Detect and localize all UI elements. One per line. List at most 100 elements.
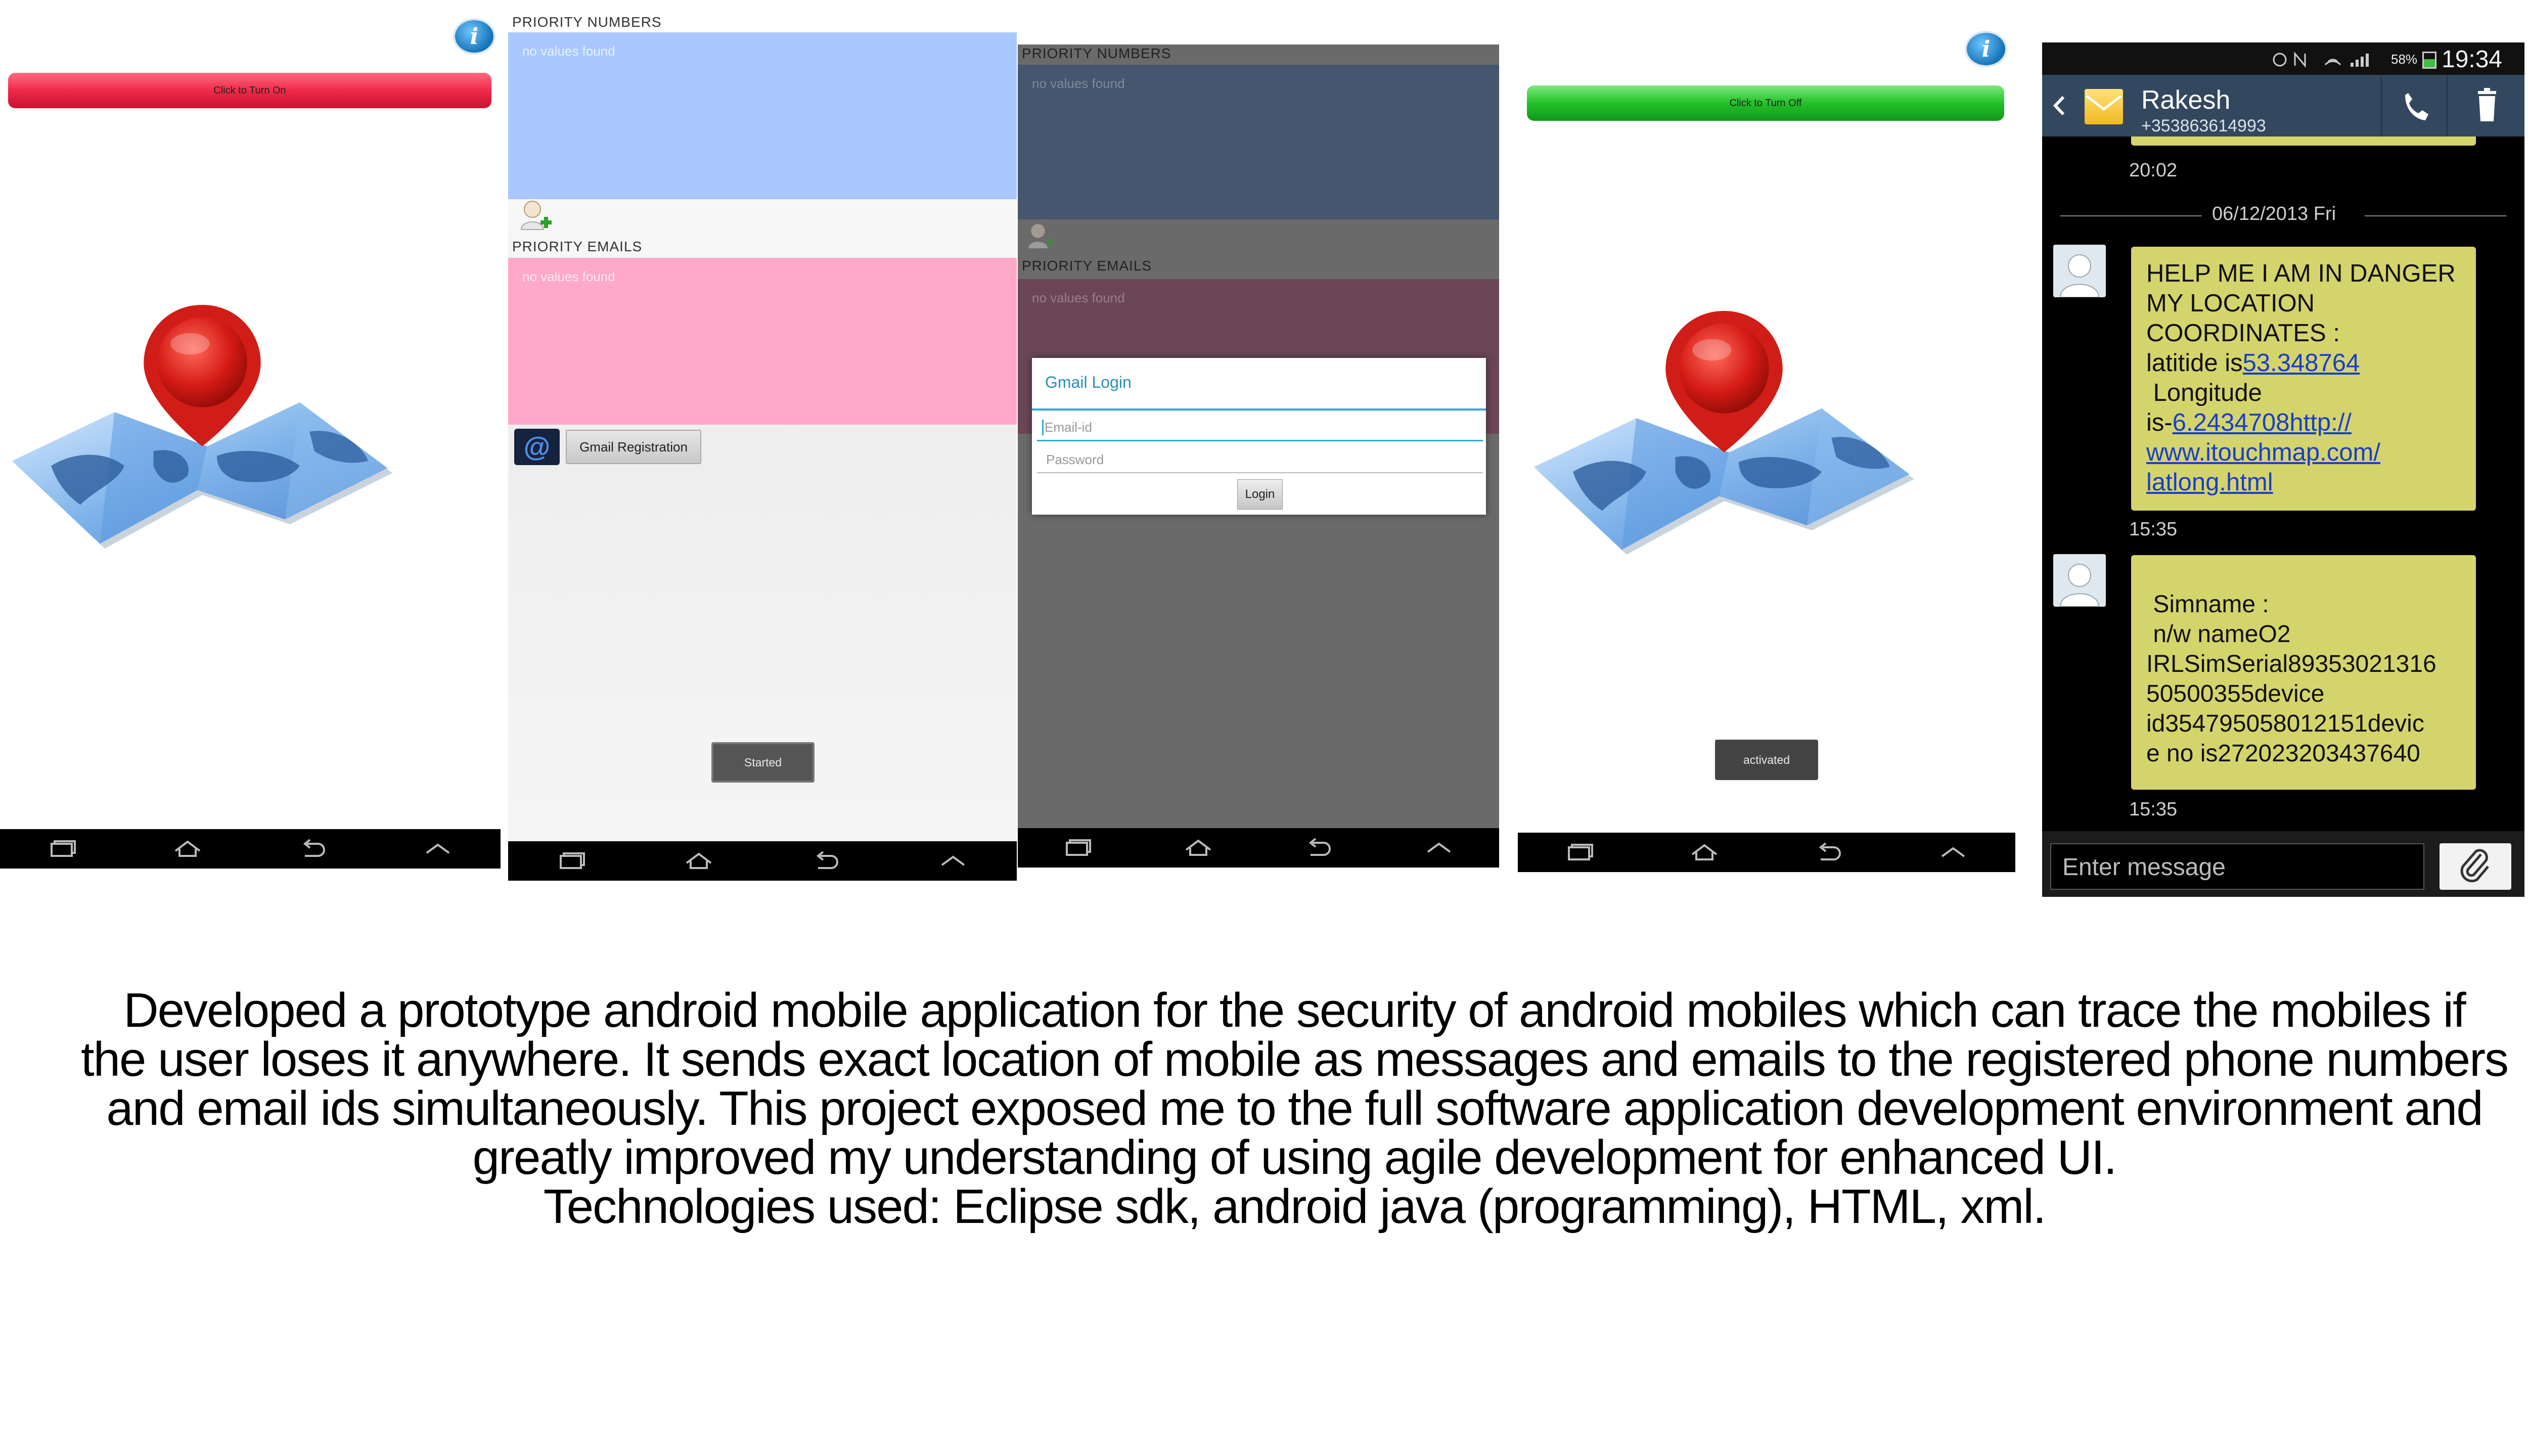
clock: 19:34 xyxy=(2442,46,2503,73)
home-icon[interactable] xyxy=(1176,833,1221,863)
recents-icon[interactable] xyxy=(1557,837,1603,868)
priority-emails-title: PRIORITY EMAILS xyxy=(1022,258,1152,274)
message-time: 15:35 xyxy=(2129,519,2178,540)
dialog-title: Gmail Login xyxy=(1045,373,1132,391)
emails-empty-text: no values found xyxy=(522,269,615,284)
gmail-registration-button[interactable]: Gmail Registration xyxy=(566,430,701,464)
project-description: Developed a prototype android mobile app… xyxy=(0,986,2528,1231)
message-bubble-location[interactable]: HELP ME I AM IN DANGER MY LOCATION COORD… xyxy=(2131,247,2476,511)
activated-button[interactable]: activated xyxy=(1715,740,1818,780)
at-sign-icon[interactable]: @ xyxy=(514,429,560,465)
previous-message-bubble xyxy=(2131,136,2476,146)
message-line: COORDINATES : xyxy=(2146,320,2340,347)
home-icon[interactable] xyxy=(1682,837,1727,868)
latitude-link[interactable]: 53.348764 xyxy=(2243,349,2360,377)
turn-on-button[interactable]: Click to Turn On xyxy=(8,73,491,108)
avatar[interactable] xyxy=(2053,245,2106,297)
screen-gmail-login: PRIORITY NUMBERS no values found PRIORIT… xyxy=(1018,44,1499,868)
screen-turn-off: i Click to Turn Off activated xyxy=(1518,28,2015,872)
started-button[interactable]: Started xyxy=(711,742,815,783)
status-icons xyxy=(2273,51,2369,68)
priority-numbers-title: PRIORITY NUMBERS xyxy=(512,14,662,30)
priority-numbers-title: PRIORITY NUMBERS xyxy=(1022,46,1171,61)
home-icon[interactable] xyxy=(676,846,721,876)
turn-off-button[interactable]: Click to Turn Off xyxy=(1527,85,2004,121)
priority-numbers-list[interactable]: no values found xyxy=(508,32,1017,199)
priority-emails-list[interactable]: no values found xyxy=(508,258,1017,425)
screen-sms-conversation: 58% 19:34 Rakesh +353863614993 20:02 06/… xyxy=(2042,42,2524,897)
screen-priority-lists: PRIORITY NUMBERS no values found PRIORIT… xyxy=(508,12,1017,881)
contact-number: +353863614993 xyxy=(2141,116,2266,135)
menu-up-icon[interactable] xyxy=(415,834,461,864)
gmail-registration-label: Gmail Registration xyxy=(579,439,688,454)
add-contact-icon[interactable] xyxy=(518,198,554,234)
activated-label: activated xyxy=(1743,753,1790,766)
recents-icon[interactable] xyxy=(40,834,85,864)
longitude-line: is-6.2434708http:// xyxy=(2146,409,2352,436)
android-nav-bar xyxy=(0,829,501,869)
message-input[interactable]: Enter message xyxy=(2050,843,2424,890)
menu-up-icon[interactable] xyxy=(1416,833,1462,863)
started-label: Started xyxy=(744,755,782,769)
back-icon[interactable] xyxy=(1806,837,1852,868)
compose-bar: Enter message xyxy=(2042,831,2524,897)
menu-up-icon[interactable] xyxy=(1930,837,1976,868)
delete-icon[interactable] xyxy=(2447,75,2524,136)
priority-emails-title: PRIORITY EMAILS xyxy=(512,239,643,254)
call-icon[interactable] xyxy=(2381,75,2448,136)
password-field[interactable]: Password xyxy=(1037,448,1483,473)
back-icon[interactable] xyxy=(1296,833,1341,863)
info-icon[interactable]: i xyxy=(453,18,495,55)
message-line: 50500355device xyxy=(2146,680,2325,707)
message-line: n/w nameO2 xyxy=(2146,621,2291,648)
map-link[interactable]: www.itouchmap.com/ xyxy=(2146,439,2380,466)
message-input-placeholder: Enter message xyxy=(2062,854,2226,881)
message-line: Simname : xyxy=(2146,591,2269,618)
emails-empty-text: no values found xyxy=(1032,290,1125,305)
message-bubble-sim-info[interactable]: Simname : n/w nameO2 IRLSimSerial8935302… xyxy=(2131,555,2476,790)
message-line: e no is272023203437640 xyxy=(2146,740,2420,767)
status-bar: 58% 19:34 xyxy=(2042,42,2524,75)
back-icon[interactable] xyxy=(290,834,336,864)
turn-on-label: Click to Turn On xyxy=(213,84,286,96)
android-nav-bar xyxy=(1018,828,1499,868)
android-nav-bar xyxy=(1518,833,2015,872)
screen-turn-on: i Click to Turn On xyxy=(0,14,501,869)
earlier-message-time: 20:02 xyxy=(2129,160,2178,181)
contact-name: Rakesh xyxy=(2141,85,2231,115)
description-line-1: Developed a prototype android mobile app… xyxy=(123,983,2466,1037)
email-field[interactable]: Email-id xyxy=(1037,416,1483,441)
dialog-title-divider xyxy=(1032,408,1486,411)
message-line: id354795058012151devic xyxy=(2146,710,2424,737)
add-contact-icon xyxy=(1028,224,1055,249)
battery-percent: 58% xyxy=(2391,52,2418,67)
menu-up-icon[interactable] xyxy=(930,846,976,876)
latitude-line: latitide is53.348764 xyxy=(2146,349,2360,377)
login-label: Login xyxy=(1245,487,1275,501)
map-link-path[interactable]: latlong.html xyxy=(2146,469,2273,496)
gmail-login-dialog: Gmail Login Email-id Password Login xyxy=(1032,358,1486,515)
conversation-header: Rakesh +353863614993 xyxy=(2042,75,2524,136)
login-button[interactable]: Login xyxy=(1237,479,1283,510)
numbers-empty-text: no values found xyxy=(1032,76,1125,91)
info-icon[interactable]: i xyxy=(1965,31,2007,67)
email-field-placeholder: Email-id xyxy=(1042,420,1092,435)
longitude-link[interactable]: 6.2434708http:// xyxy=(2173,409,2352,436)
android-nav-bar xyxy=(508,841,1017,881)
numbers-empty-text: no values found xyxy=(522,43,615,59)
back-arrow-icon[interactable] xyxy=(2049,93,2069,118)
message-envelope-icon xyxy=(2085,89,2123,124)
recents-icon[interactable] xyxy=(1055,833,1101,863)
attach-button[interactable] xyxy=(2440,843,2511,890)
date-divider-label: 06/12/2013 Fri xyxy=(2212,203,2336,224)
back-icon[interactable] xyxy=(803,846,849,876)
paperclip-icon xyxy=(2460,849,2489,883)
message-line: HELP ME I AM IN DANGER xyxy=(2146,260,2456,287)
battery-icon xyxy=(2422,52,2436,69)
message-line: IRLSimSerial89353021316 xyxy=(2146,651,2436,677)
password-field-placeholder: Password xyxy=(1046,452,1104,467)
avatar[interactable] xyxy=(2053,554,2106,607)
recents-icon[interactable] xyxy=(549,846,595,876)
home-icon[interactable] xyxy=(165,834,210,864)
message-time: 15:35 xyxy=(2129,799,2178,820)
